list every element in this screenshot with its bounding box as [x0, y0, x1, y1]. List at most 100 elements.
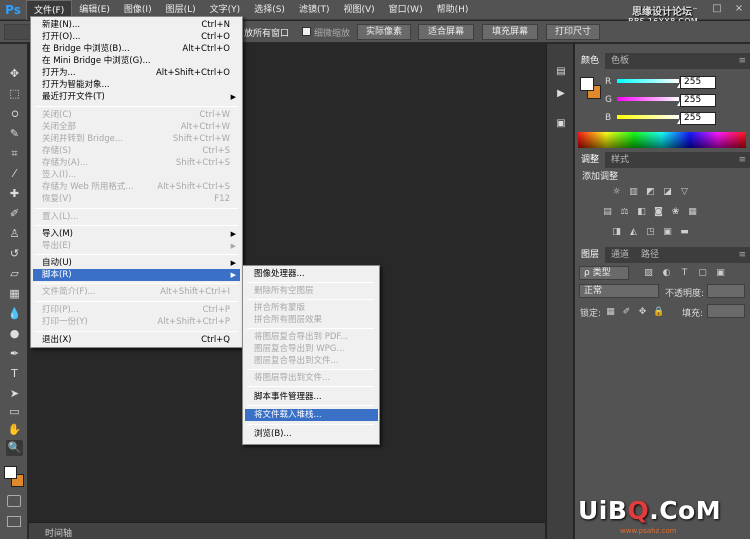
eraser-tool-icon[interactable]: ▱ — [6, 266, 23, 282]
tab-styles[interactable]: 样式 — [605, 152, 635, 168]
green-slider[interactable] — [617, 97, 679, 101]
brightness-icon[interactable]: ☼ — [611, 187, 622, 197]
adjustment-filter-icon[interactable]: ◐ — [661, 268, 672, 278]
foreground-color-swatch[interactable] — [4, 466, 17, 479]
menu-item-print-one-copy[interactable]: 打印一份(Y) Alt+Shift+Ctrl+P — [33, 316, 240, 328]
clone-stamp-tool-icon[interactable]: ♙ — [6, 226, 23, 242]
selective-color-icon[interactable]: ▣ — [662, 227, 673, 237]
submenu-item-delete-empty-layers[interactable]: 删除所有空图层 — [245, 285, 378, 297]
channel-mixer-icon[interactable]: ❀ — [670, 207, 681, 217]
lock-transparent-icon[interactable]: ▦ — [605, 307, 616, 317]
menu-item-open[interactable]: 打开(O)... Ctrl+O — [33, 31, 240, 43]
black-white-icon[interactable]: ◧ — [636, 207, 647, 217]
blue-value-field[interactable]: 255 — [680, 112, 716, 125]
submenu-item-script-events-manager[interactable]: 脚本事件管理器... — [245, 391, 378, 403]
path-selection-tool-icon[interactable]: ➤ — [6, 386, 23, 402]
quick-select-tool-icon[interactable]: ✎ — [6, 126, 23, 142]
menu-item-revert[interactable]: 恢复(V) F12 — [33, 193, 240, 205]
shape-filter-icon[interactable]: ▢ — [697, 268, 708, 278]
screen-mode-icon[interactable] — [7, 516, 21, 527]
menu-item-recent-files[interactable]: 最近打开文件(T) ▶ — [33, 91, 240, 103]
smart-object-filter-icon[interactable]: ▣ — [715, 268, 726, 278]
lock-position-icon[interactable]: ✥ — [637, 307, 648, 317]
menu-item-new[interactable]: 新建(N)... Ctrl+N — [33, 19, 240, 31]
menu-item-save[interactable]: 存储(S) Ctrl+S — [33, 145, 240, 157]
submenu-item-flatten-masks[interactable]: 拼合所有蒙版 — [245, 302, 378, 314]
properties-panel-icon[interactable]: ▣ — [553, 116, 569, 132]
invert-icon[interactable]: ◨ — [611, 227, 622, 237]
menu-item-exit[interactable]: 退出(X) Ctrl+Q — [33, 334, 240, 346]
move-tool-icon[interactable]: ✥ — [6, 66, 23, 82]
photo-filter-icon[interactable]: ◙ — [653, 207, 664, 217]
submenu-item-flatten-effects[interactable]: 拼合所有图层效果 — [245, 314, 378, 326]
blue-slider[interactable] — [617, 115, 679, 119]
menu-item-open-as[interactable]: 打开为... Alt+Shift+Ctrl+O — [33, 67, 240, 79]
timeline-label[interactable]: 时间轴 — [45, 526, 72, 539]
color-panel-foreground-swatch[interactable] — [580, 77, 594, 91]
fill-screen-button[interactable]: 填充屏幕 — [482, 24, 538, 40]
lasso-tool-icon[interactable]: ഠ — [6, 106, 23, 122]
opacity-field[interactable] — [707, 284, 745, 298]
menu-item-close[interactable]: 关闭(C) Ctrl+W — [33, 109, 240, 121]
quick-mask-icon[interactable] — [7, 495, 21, 507]
gradient-map-icon[interactable]: ▬ — [679, 227, 690, 237]
maximize-button[interactable]: □ — [706, 0, 728, 18]
color-balance-icon[interactable]: ⚖ — [619, 207, 630, 217]
lock-pixels-icon[interactable]: ✐ — [621, 307, 632, 317]
minimize-button[interactable]: – — [684, 0, 706, 18]
panel-menu-icon[interactable]: ≡ — [738, 155, 746, 165]
submenu-item-comps-to-pdf[interactable]: 将图层复合导出到 PDF... — [245, 331, 378, 343]
menu-item-print[interactable]: 打印(P)... Ctrl+P — [33, 304, 240, 316]
tab-channels[interactable]: 通道 — [605, 247, 635, 263]
type-filter-icon[interactable]: T — [679, 268, 690, 278]
brush-tool-icon[interactable]: ✐ — [6, 206, 23, 222]
menu-item-save-for-web[interactable]: 存储为 Web 所用格式... Alt+Shift+Ctrl+S — [33, 181, 240, 193]
menu-filter[interactable]: 滤镜(T) — [292, 0, 337, 20]
menu-item-file-info[interactable]: 文件简介(F)... Alt+Shift+Ctrl+I — [33, 286, 240, 298]
panel-menu-icon[interactable]: ≡ — [738, 250, 746, 260]
actual-pixels-button[interactable]: 实际像素 — [357, 24, 411, 40]
tool-preset-picker[interactable] — [4, 24, 32, 40]
type-tool-icon[interactable]: T — [6, 366, 23, 382]
crop-tool-icon[interactable]: ⌗ — [6, 146, 23, 162]
fill-field[interactable] — [707, 304, 745, 318]
menu-item-open-smart-object[interactable]: 打开为智能对象... — [33, 79, 240, 91]
submenu-item-load-files-into-stack[interactable]: 将文件载入堆栈... — [245, 409, 378, 421]
menu-view[interactable]: 视图(V) — [336, 0, 381, 20]
menu-item-scripts[interactable]: 脚本(R) ▶ — [33, 269, 240, 281]
menu-item-browse-mini-bridge[interactable]: 在 Mini Bridge 中浏览(G)... — [33, 55, 240, 67]
tab-adjustments[interactable]: 调整 — [575, 152, 606, 168]
close-button[interactable]: × — [728, 0, 750, 18]
green-value-field[interactable]: 255 — [680, 94, 716, 107]
fit-screen-button[interactable]: 适合屏幕 — [418, 24, 474, 40]
curves-icon[interactable]: ◩ — [645, 187, 656, 197]
menu-item-place[interactable]: 置入(L)... — [33, 211, 240, 223]
eyedropper-tool-icon[interactable]: ⁄ — [6, 166, 23, 182]
blend-mode-select[interactable]: 正常 — [579, 284, 659, 298]
panel-menu-icon[interactable]: ≡ — [738, 56, 746, 66]
menu-help[interactable]: 帮助(H) — [430, 0, 476, 20]
scrubby-zoom-checkbox[interactable] — [302, 27, 311, 36]
red-slider[interactable] — [617, 79, 679, 83]
zoom-tool-icon[interactable]: 🔍 — [6, 440, 23, 456]
menu-select[interactable]: 选择(S) — [247, 0, 292, 20]
levels-icon[interactable]: ▥ — [628, 187, 639, 197]
menu-item-export[interactable]: 导出(E) ▶ — [33, 240, 240, 252]
rectangle-tool-icon[interactable]: ▭ — [6, 404, 23, 420]
gradient-tool-icon[interactable]: ▦ — [6, 286, 23, 302]
submenu-item-image-processor[interactable]: 图像处理器... — [245, 268, 378, 280]
pen-tool-icon[interactable]: ✒ — [6, 346, 23, 362]
threshold-icon[interactable]: ◳ — [645, 227, 656, 237]
menu-item-check-in[interactable]: 签入(I)... — [33, 169, 240, 181]
submenu-item-comps-to-files[interactable]: 图层复合导出到文件... — [245, 355, 378, 367]
print-size-button[interactable]: 打印尺寸 — [546, 24, 600, 40]
history-panel-icon[interactable]: ▤ — [553, 64, 569, 80]
color-spectrum-ramp[interactable] — [578, 132, 746, 148]
tab-color[interactable]: 颜色 — [575, 53, 606, 69]
pixel-filter-icon[interactable]: ▨ — [643, 268, 654, 278]
submenu-item-layers-to-files[interactable]: 将图层导出到文件... — [245, 372, 378, 384]
submenu-item-comps-to-wpg[interactable]: 图层复合导出到 WPG... — [245, 343, 378, 355]
menu-item-save-as[interactable]: 存储为(A)... Shift+Ctrl+S — [33, 157, 240, 169]
hand-tool-icon[interactable]: ✋ — [6, 422, 23, 438]
actions-panel-icon[interactable]: ▶ — [553, 86, 569, 102]
